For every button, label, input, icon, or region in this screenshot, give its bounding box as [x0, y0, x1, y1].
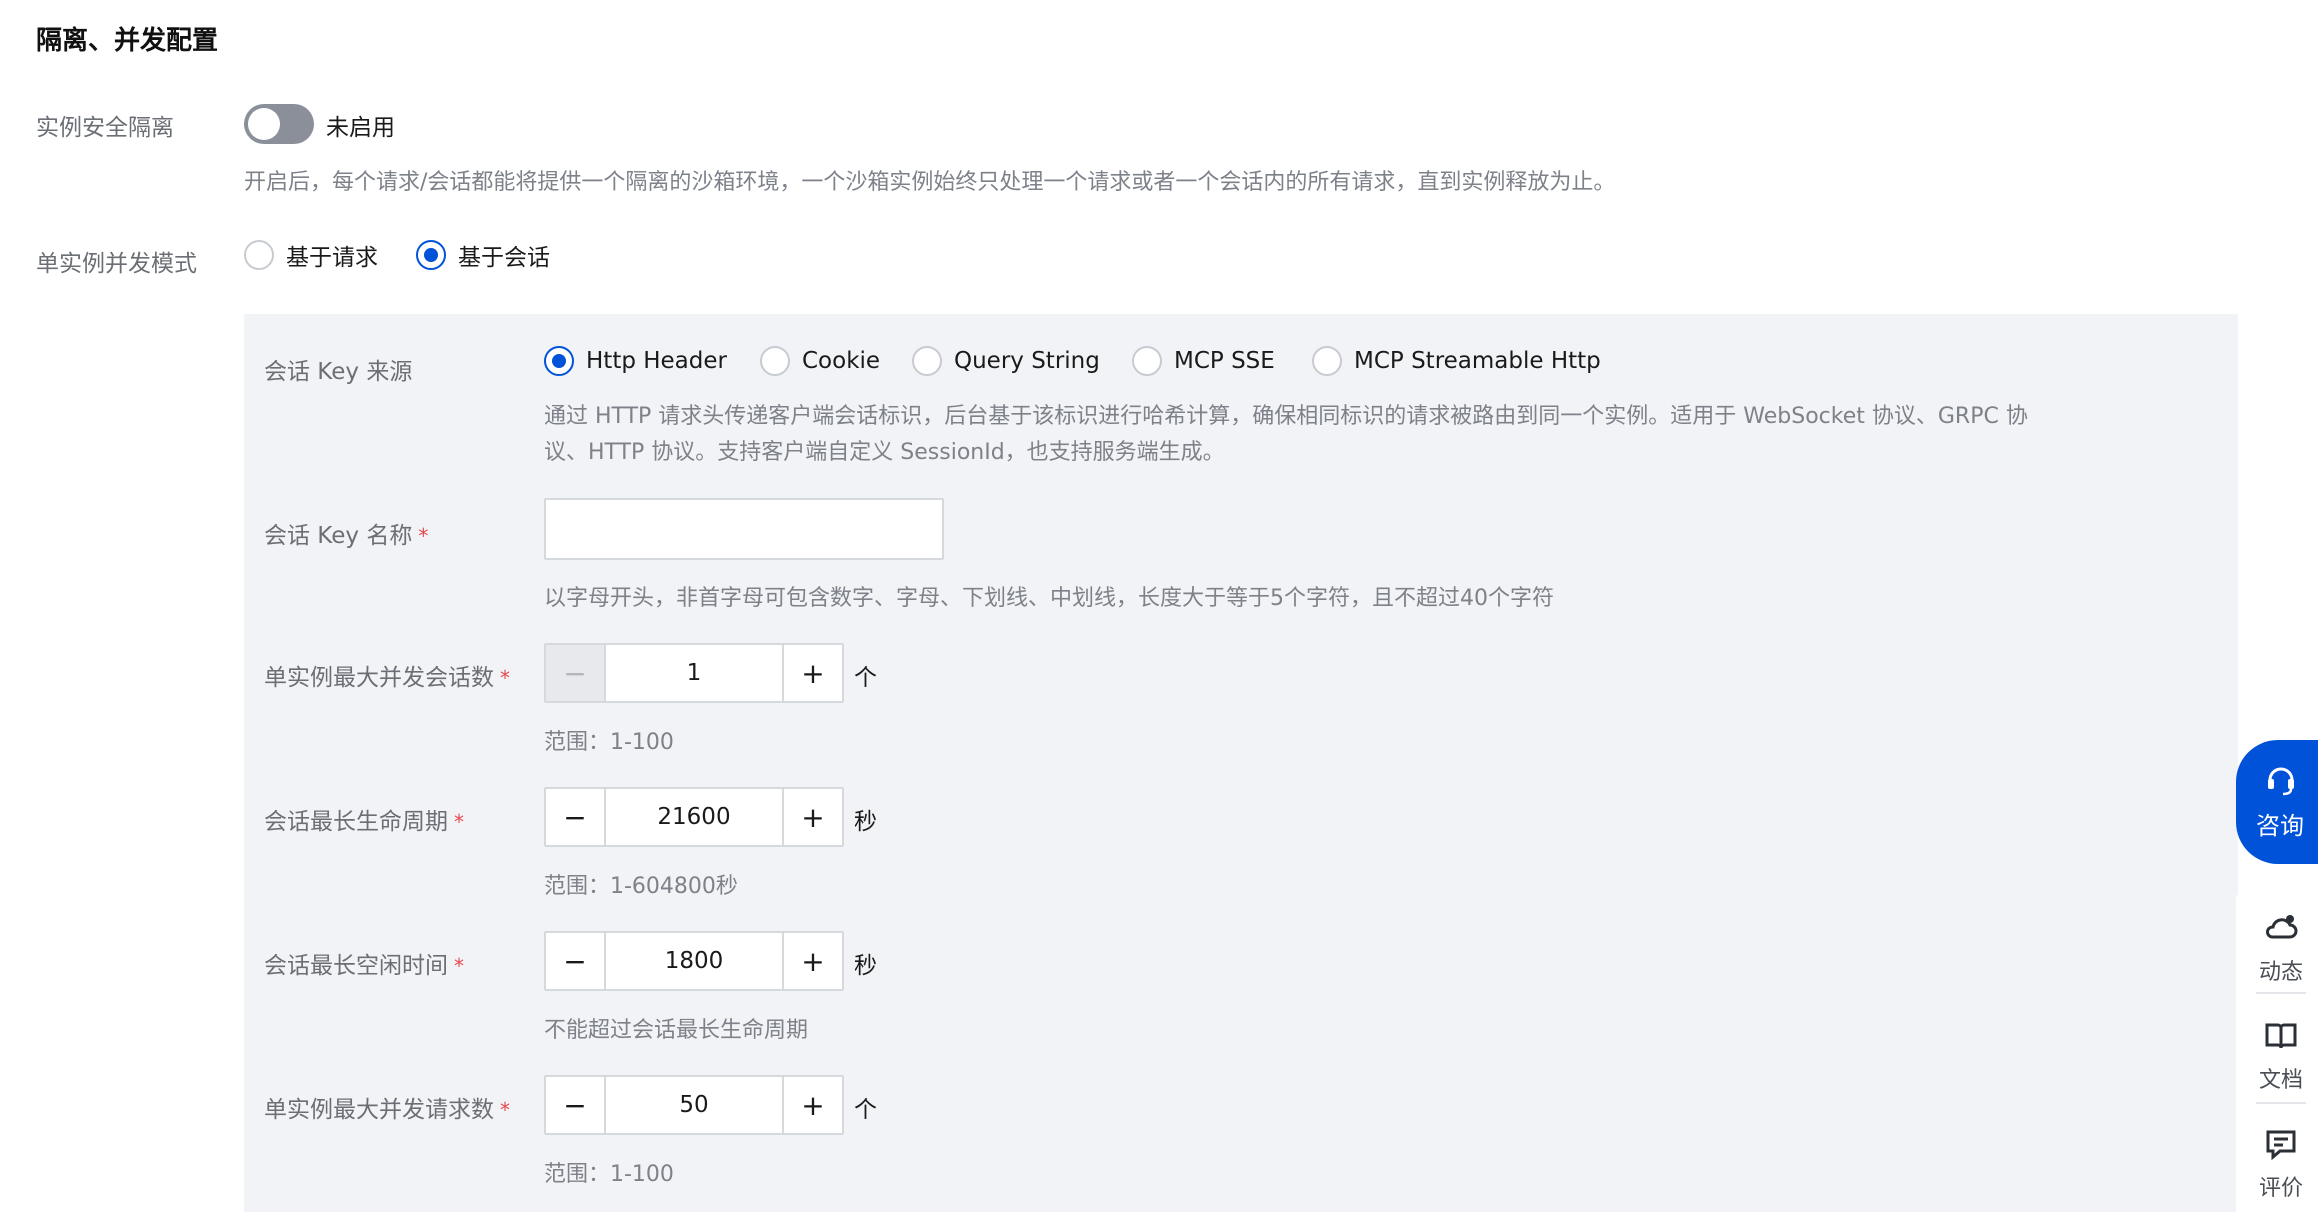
session-key-name-label: 会话 Key 名称 * — [264, 516, 428, 550]
radio-circle — [244, 240, 274, 270]
side-toolbar: 动态 文档 评价 — [2236, 888, 2318, 1212]
label-text: 会话最长生命周期 — [264, 809, 448, 835]
required-mark: * — [500, 666, 510, 690]
max-sessions-help: 范围：1-100 — [544, 730, 674, 755]
consult-button[interactable]: 咨询 — [2236, 740, 2318, 864]
label-text: 会话 Key 名称 — [264, 523, 413, 549]
radio-label: 基于请求 — [286, 245, 378, 271]
increment-button[interactable]: + — [782, 1077, 842, 1133]
required-mark: * — [454, 810, 464, 834]
max-requests-stepper[interactable]: − 50 + — [544, 1075, 844, 1135]
session-key-source-help-line1: 通过 HTTP 请求头传递客户端会话标识，后台基于该标识进行哈希计算，确保相同标… — [544, 404, 2028, 429]
required-mark: * — [500, 1098, 510, 1122]
radio-mcp-sse[interactable]: MCP SSE — [1132, 346, 1275, 376]
radio-label: MCP Streamable Http — [1354, 348, 1601, 374]
radio-label: 基于会话 — [458, 245, 550, 271]
divider — [2256, 992, 2306, 994]
tool-docs[interactable]: 文档 — [2236, 1018, 2318, 1094]
radio-query-string[interactable]: Query String — [912, 346, 1100, 376]
cloud-bell-icon — [2265, 915, 2298, 939]
isolation-help: 开启后，每个请求/会话都能将提供一个隔离的沙箱环境，一个沙箱实例始终只处理一个请… — [244, 170, 1616, 195]
headset-icon — [2268, 767, 2294, 796]
radio-http-header[interactable]: Http Header — [544, 346, 727, 376]
session-idle-help: 不能超过会话最长生命周期 — [544, 1018, 809, 1043]
session-lifetime-unit: 秒 — [854, 809, 877, 835]
stepper-value[interactable]: 50 — [606, 1077, 782, 1133]
tool-label: 文档 — [2258, 1068, 2303, 1093]
label-text: 会话最长空闲时间 — [264, 953, 448, 979]
max-sessions-unit: 个 — [854, 665, 877, 691]
session-lifetime-help: 范围：1-604800秒 — [544, 874, 738, 899]
consult-label: 咨询 — [2256, 812, 2304, 840]
radio-circle — [912, 346, 942, 376]
radio-cookie[interactable]: Cookie — [760, 346, 880, 376]
session-key-source-help-line2: 议、HTTP 协议。支持客户端自定义 SessionId，也支持服务端生成。 — [544, 440, 1225, 465]
session-key-source-label: 会话 Key 来源 — [264, 359, 413, 385]
session-idle-label: 会话最长空闲时间 * — [264, 946, 464, 980]
required-mark: * — [454, 954, 464, 978]
radio-label: Http Header — [586, 348, 727, 374]
radio-session-based[interactable]: 基于会话 — [416, 238, 550, 272]
tool-updates[interactable]: 动态 — [2236, 910, 2318, 986]
radio-label: Query String — [954, 348, 1100, 374]
stepper-value[interactable]: 1800 — [606, 933, 782, 989]
session-idle-stepper[interactable]: − 1800 + — [544, 931, 844, 991]
divider — [2256, 1102, 2306, 1104]
tool-feedback[interactable]: 评价 — [2236, 1126, 2318, 1202]
radio-request-based[interactable]: 基于请求 — [244, 238, 378, 272]
stepper-value[interactable]: 1 — [606, 645, 782, 701]
radio-label: Cookie — [802, 348, 881, 374]
max-sessions-label: 单实例最大并发会话数 * — [264, 658, 510, 692]
increment-button[interactable]: + — [782, 789, 842, 845]
radio-circle — [760, 346, 790, 376]
max-requests-label: 单实例最大并发请求数 * — [264, 1090, 510, 1124]
decrement-button[interactable]: − — [546, 1077, 606, 1133]
radio-circle — [1312, 346, 1342, 376]
stepper-value[interactable]: 21600 — [606, 789, 782, 845]
increment-button[interactable]: + — [782, 933, 842, 989]
concurrency-mode-label: 单实例并发模式 — [36, 251, 197, 277]
isolation-label: 实例安全隔离 — [36, 115, 174, 141]
radio-circle — [1132, 346, 1162, 376]
session-idle-unit: 秒 — [854, 953, 877, 979]
session-lifetime-stepper[interactable]: − 21600 + — [544, 787, 844, 847]
session-lifetime-label: 会话最长生命周期 * — [264, 802, 464, 836]
book-icon — [2265, 1023, 2297, 1049]
max-requests-unit: 个 — [854, 1097, 877, 1123]
radio-label: MCP SSE — [1174, 348, 1275, 374]
required-mark: * — [418, 524, 429, 548]
page: 隔离、并发配置 实例安全隔离 未启用 开启后，每个请求/会话都能将提供一个隔离的… — [0, 0, 2318, 1212]
radio-circle — [544, 346, 574, 376]
decrement-button[interactable]: − — [546, 933, 606, 989]
section-title: 隔离、并发配置 — [36, 26, 219, 56]
decrement-button[interactable]: − — [546, 789, 606, 845]
decrement-button[interactable]: − — [546, 645, 606, 701]
isolation-toggle[interactable] — [244, 104, 314, 144]
increment-button[interactable]: + — [782, 645, 842, 701]
toggle-knob — [248, 108, 280, 140]
label-text: 单实例最大并发会话数 — [264, 665, 494, 691]
tool-label: 动态 — [2258, 960, 2303, 985]
session-key-name-input[interactable] — [544, 498, 944, 560]
max-requests-help: 范围：1-100 — [544, 1162, 674, 1187]
session-key-name-help: 以字母开头，非首字母可包含数字、字母、下划线、中划线，长度大于等于5个字符，且不… — [544, 586, 1554, 611]
comment-icon — [2266, 1130, 2296, 1161]
max-sessions-stepper[interactable]: − 1 + — [544, 643, 844, 703]
radio-circle — [416, 240, 446, 270]
radio-mcp-streamable-http[interactable]: MCP Streamable Http — [1312, 346, 1601, 376]
tool-label: 评价 — [2258, 1176, 2303, 1201]
isolation-toggle-state: 未启用 — [326, 115, 395, 141]
label-text: 单实例最大并发请求数 — [264, 1097, 494, 1123]
